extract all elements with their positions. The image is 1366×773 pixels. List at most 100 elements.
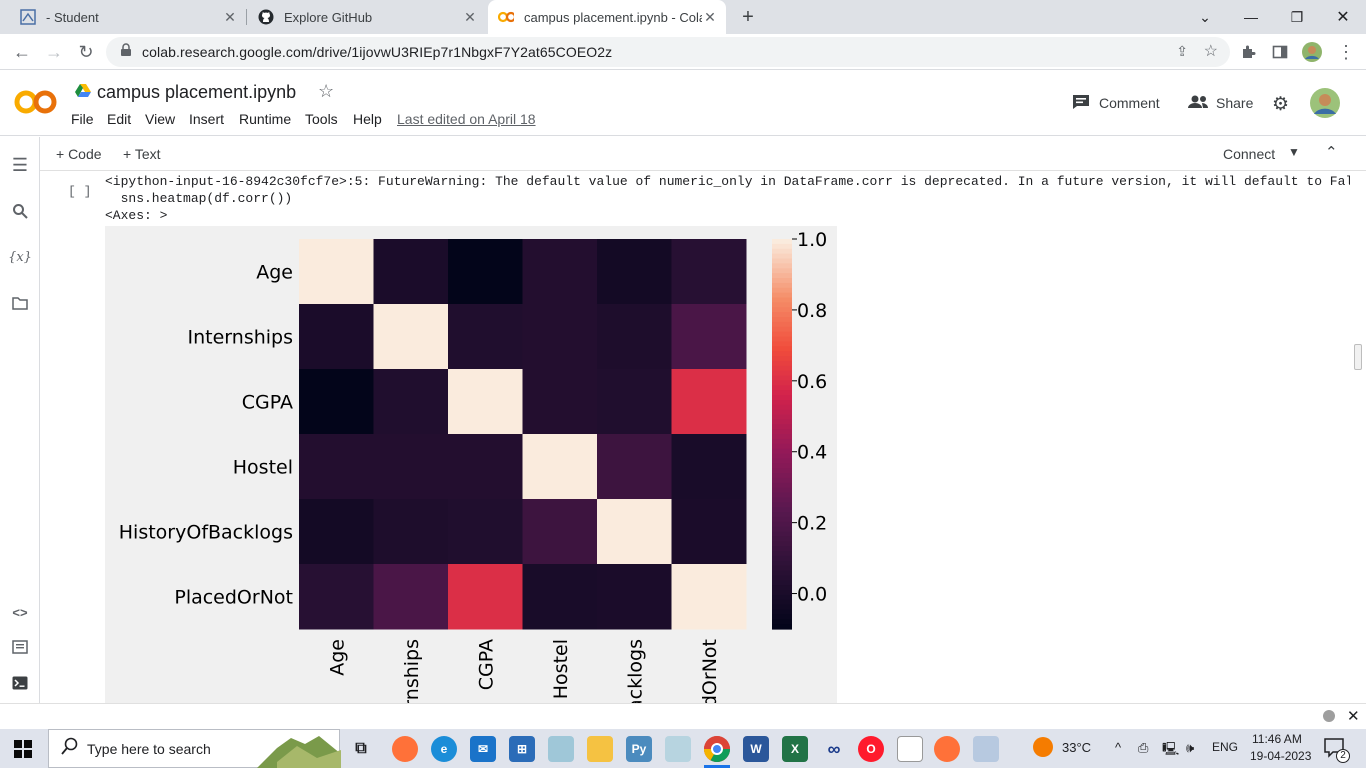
address-bar[interactable]: colab.research.google.com/drive/1ijovwU3… — [106, 37, 1230, 67]
app-icon[interactable] — [548, 736, 574, 762]
menu-tools[interactable]: Tools — [305, 111, 338, 127]
connect-button[interactable]: Connect — [1223, 146, 1275, 162]
back-icon[interactable]: ← — [8, 38, 36, 66]
app-infinity-icon[interactable]: ∞ — [821, 736, 847, 762]
opera-icon[interactable]: O — [858, 736, 884, 762]
files-folder-icon[interactable] — [8, 291, 32, 315]
volume-icon[interactable]: 🕪 — [1186, 740, 1194, 756]
comment-button[interactable]: Comment — [1099, 95, 1160, 111]
tab-github[interactable]: Explore GitHub ✕ — [246, 0, 486, 34]
colorbar-segment — [772, 429, 792, 435]
language-indicator[interactable]: ENG — [1212, 740, 1238, 754]
col-tick-label: Hostel — [550, 639, 572, 699]
menu-runtime[interactable]: Runtime — [239, 111, 291, 127]
file-explorer-icon[interactable] — [587, 736, 613, 762]
bookmark-star-icon[interactable]: ☆ — [1204, 41, 1218, 61]
minimize-icon[interactable]: — — [1228, 0, 1274, 34]
weather-sun-icon[interactable] — [1033, 737, 1053, 757]
colorbar-segment — [772, 253, 792, 260]
window-close-icon[interactable]: ✕ — [1320, 0, 1366, 34]
google-drive-icon — [75, 83, 91, 102]
user-avatar[interactable] — [1309, 87, 1341, 124]
heatmap-cell — [448, 564, 523, 630]
colorbar-segment — [772, 424, 792, 430]
excel-icon[interactable]: X — [782, 736, 808, 762]
tab-colab[interactable]: campus placement.ipynb - Colab ✕ — [488, 0, 726, 34]
table-of-contents-icon[interactable]: ☰ — [8, 153, 32, 177]
colorbar-segment — [772, 414, 792, 420]
mail-icon[interactable]: ✉ — [470, 736, 496, 762]
forward-icon[interactable]: → — [40, 38, 68, 66]
share-button[interactable]: Share — [1216, 95, 1253, 111]
menu-file[interactable]: File — [71, 111, 94, 127]
tab-search-icon[interactable]: ⌄ — [1182, 0, 1228, 34]
last-edited-link[interactable]: Last edited on April 18 — [397, 111, 536, 127]
taskbar-search-box[interactable]: Type here to search — [48, 729, 341, 768]
colorbar-segment — [772, 492, 792, 498]
app-icon[interactable] — [665, 736, 691, 762]
profile-avatar[interactable] — [1298, 38, 1326, 66]
clock-time[interactable]: 11:46 AM — [1252, 732, 1302, 746]
weather-temp[interactable]: 33°C — [1062, 740, 1091, 755]
terminal-icon[interactable] — [8, 671, 32, 695]
connect-dropdown-icon[interactable]: ▼ — [1288, 145, 1300, 159]
reload-icon[interactable]: ↻ — [72, 38, 100, 66]
close-icon[interactable]: ✕ — [222, 9, 238, 25]
chrome-menu-icon[interactable]: ⋮ — [1332, 38, 1360, 66]
add-text-button[interactable]: + Text — [123, 146, 161, 162]
restore-icon[interactable]: ❐ — [1274, 0, 1320, 34]
search-icon[interactable] — [8, 199, 32, 223]
colab-logo[interactable] — [14, 86, 58, 123]
chrome-icon[interactable] — [704, 736, 730, 762]
row-tick-label: Age — [256, 262, 293, 284]
command-palette-icon[interactable] — [8, 635, 32, 659]
heatmap-cell — [522, 499, 598, 565]
menu-edit[interactable]: Edit — [107, 111, 131, 127]
extensions-icon[interactable] — [1234, 38, 1262, 66]
firefox-icon[interactable] — [392, 736, 418, 762]
firefox-icon[interactable] — [934, 736, 960, 762]
menu-view[interactable]: View — [145, 111, 175, 127]
notepad-icon[interactable] — [897, 736, 923, 762]
dismiss-close-icon[interactable]: ✕ — [1347, 707, 1360, 725]
close-icon[interactable]: ✕ — [702, 9, 718, 25]
store-icon[interactable]: ⊞ — [509, 736, 535, 762]
tab-student[interactable]: - Student ✕ — [0, 0, 246, 34]
paint-icon[interactable] — [973, 736, 999, 762]
side-panel-icon[interactable] — [1266, 38, 1294, 66]
new-tab-button[interactable]: + — [730, 0, 766, 34]
settings-gear-icon[interactable]: ⚙ — [1272, 93, 1289, 116]
word-icon[interactable]: W — [743, 736, 769, 762]
colorbar-segment — [772, 341, 792, 347]
collapse-chevron-icon[interactable]: ⌃ — [1325, 143, 1338, 161]
share-page-icon[interactable]: ⇪ — [1176, 43, 1188, 60]
heatmap-cell — [671, 434, 747, 500]
clock-date[interactable]: 19-04-2023 — [1250, 749, 1311, 763]
close-icon[interactable]: ✕ — [462, 9, 478, 25]
task-view-icon[interactable]: ⧉ — [348, 736, 374, 762]
edge-icon[interactable]: e — [431, 736, 457, 762]
network-icon[interactable]: 🖳 — [1162, 740, 1179, 762]
code-snippets-icon[interactable]: <> — [8, 600, 32, 624]
scrollbar-thumb[interactable] — [1354, 344, 1362, 370]
heatmap-cell — [671, 304, 747, 370]
colorbar-segment — [772, 497, 792, 503]
add-code-button[interactable]: + Code — [56, 146, 102, 162]
notebook-title[interactable]: campus placement.ipynb — [97, 82, 296, 103]
tray-chevron-icon[interactable]: ^ — [1115, 740, 1121, 755]
colorbar-segment — [772, 321, 792, 328]
menu-help[interactable]: Help — [353, 111, 382, 127]
variables-icon[interactable]: {x} — [8, 245, 32, 269]
colorbar-tick-label: 0.2 — [797, 513, 827, 535]
execution-marker[interactable]: [ ] — [68, 184, 91, 199]
star-icon[interactable]: ☆ — [318, 81, 334, 102]
menu-insert[interactable]: Insert — [189, 111, 224, 127]
colab-left-sidebar: ☰ {x} <> — [0, 137, 40, 703]
col-tick-label: rnships — [401, 639, 423, 703]
windows-start-icon[interactable] — [14, 740, 32, 763]
notebook-scrollbar[interactable] — [1350, 172, 1366, 703]
colab-icon — [498, 9, 514, 25]
row-tick-label: Hostel — [233, 457, 293, 479]
python-icon[interactable]: Py — [626, 736, 652, 762]
tray-device-icon[interactable]: ⎙ — [1138, 740, 1148, 756]
